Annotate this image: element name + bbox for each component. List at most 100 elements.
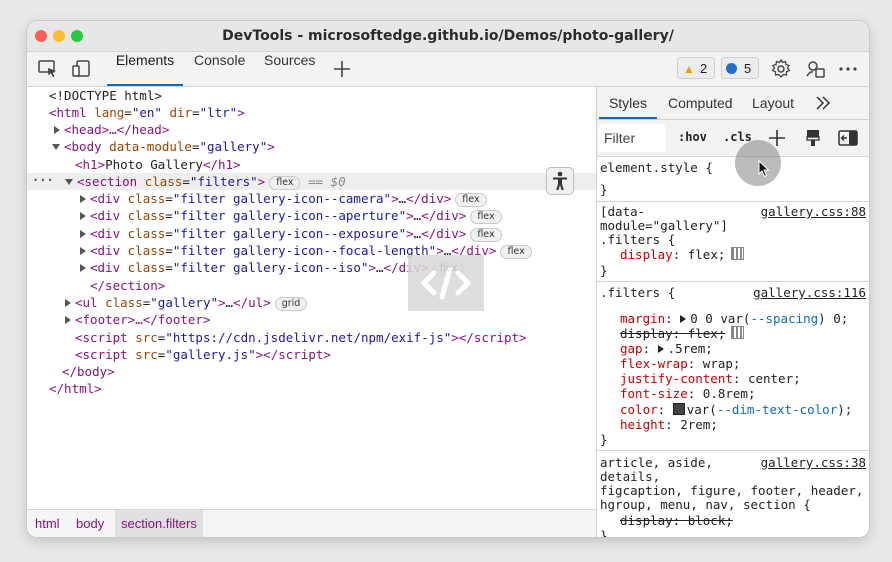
- property-value: center;: [747, 371, 801, 386]
- font-size-decl[interactable]: font-size: 0.8rem;: [620, 386, 755, 401]
- section-close-line[interactable]: </section>: [90, 277, 165, 294]
- settings-icon[interactable]: [770, 58, 792, 80]
- rule1-selector-cont[interactable]: module="gallery"]: [600, 218, 728, 233]
- display-decl-overridden[interactable]: display: flex;: [620, 326, 745, 341]
- section-line[interactable]: <section class="filters"> flex == $0: [65, 173, 346, 190]
- grid-badge[interactable]: grid: [274, 297, 308, 311]
- flex-badge[interactable]: flex: [470, 210, 502, 224]
- ul-line[interactable]: <ul class="gallery">…</ul> grid: [65, 294, 308, 311]
- html-open-line[interactable]: <html lang="en" dir="ltr">: [49, 104, 245, 121]
- h1-text: Photo Gallery: [105, 157, 203, 172]
- expand-triangle[interactable]: [80, 230, 86, 238]
- hov-button[interactable]: :hov: [678, 130, 707, 144]
- body-open-line[interactable]: <body data-module="gallery">: [52, 138, 275, 155]
- footer-line[interactable]: <footer>…</footer>: [65, 311, 210, 328]
- expand-shorthand-triangle[interactable]: [657, 345, 664, 353]
- tab-layout[interactable]: Layout: [752, 87, 794, 119]
- css-variable[interactable]: --dim-text-color: [717, 402, 837, 417]
- collapse-triangle[interactable]: [65, 179, 73, 185]
- rule3-selector[interactable]: article, aside,: [600, 455, 713, 470]
- gap-decl[interactable]: gap: .5rem;: [620, 341, 713, 356]
- expand-shorthand-triangle[interactable]: [680, 315, 687, 323]
- div-line[interactable]: <div class="filter gallery-icon--exposur…: [80, 225, 502, 242]
- tab-sources[interactable]: Sources: [264, 52, 315, 86]
- rule3-selector-cont[interactable]: figcaption, figure, footer, header,: [600, 483, 863, 498]
- element-style-selector[interactable]: element.style {: [600, 160, 713, 175]
- color-swatch[interactable]: [672, 403, 685, 415]
- tab-console[interactable]: Console: [194, 52, 245, 86]
- flex-badge[interactable]: flex: [269, 176, 301, 190]
- height-decl[interactable]: height: 2rem;: [620, 417, 718, 432]
- messages-badge[interactable]: 5: [721, 57, 759, 79]
- rule3-source-link[interactable]: gallery.css:38: [761, 455, 866, 470]
- node-actions-ellipsis[interactable]: ···: [32, 173, 54, 187]
- rule2-selector[interactable]: .filters {: [600, 285, 675, 300]
- tab-styles[interactable]: Styles: [599, 87, 657, 119]
- rule-close-brace: }: [600, 432, 608, 447]
- property-value: wrap;: [702, 356, 741, 371]
- body-close-line[interactable]: </body>: [62, 363, 115, 380]
- html-close-line[interactable]: </html>: [49, 380, 102, 397]
- flexbox-editor-icon[interactable]: [731, 326, 745, 339]
- breadcrumb: html body section.filters: [27, 509, 596, 537]
- breadcrumb-section-filters[interactable]: section.filters: [115, 510, 203, 537]
- flex-badge[interactable]: flex: [455, 193, 487, 207]
- color-decl[interactable]: color: var(--dim-text-color);: [620, 402, 852, 417]
- warnings-badge[interactable]: ▲ 2: [677, 57, 715, 79]
- inspect-icon[interactable]: [37, 58, 59, 80]
- expand-triangle[interactable]: [80, 212, 86, 220]
- div-class-value: "filter gallery-icon--focal-length": [172, 243, 437, 258]
- flexbox-editor-icon[interactable]: [731, 247, 745, 260]
- expand-triangle[interactable]: [80, 247, 86, 255]
- div-line[interactable]: <div class="filter gallery-icon--iso">…<…: [80, 259, 464, 276]
- toggle-sidebar-icon[interactable]: [837, 128, 859, 152]
- property-value: flex;: [687, 247, 726, 262]
- paint-brush-icon[interactable]: [804, 128, 822, 152]
- display-block-overridden[interactable]: display: block;: [620, 513, 733, 528]
- connect-devices-icon[interactable]: [805, 58, 827, 80]
- doctype-line[interactable]: <!DOCTYPE html>: [49, 87, 162, 104]
- add-tab-icon[interactable]: [331, 58, 353, 80]
- rule2-source-link[interactable]: gallery.css:116: [753, 285, 866, 300]
- property-name: font-size: [620, 386, 688, 401]
- rule3-selector-cont[interactable]: hgroup, menu, nav, section {: [600, 497, 811, 512]
- breadcrumb-html[interactable]: html: [29, 510, 66, 537]
- accessibility-tree-button[interactable]: [546, 167, 574, 195]
- margin-decl[interactable]: margin: 0 0 var(--spacing) 0;: [620, 311, 848, 326]
- styles-filter-input[interactable]: Filter: [599, 124, 665, 152]
- property-name: gap: [620, 341, 643, 356]
- flex-wrap-decl[interactable]: flex-wrap: wrap;: [620, 356, 740, 371]
- property-value: ) 0;: [818, 311, 849, 326]
- justify-content-decl[interactable]: justify-content: center;: [620, 371, 801, 386]
- rule1-display-decl[interactable]: display: flex;: [620, 247, 745, 262]
- div-line[interactable]: <div class="filter gallery-icon--apertur…: [80, 207, 502, 224]
- rule1-selector[interactable]: [data-: [600, 204, 645, 219]
- warning-icon: ▲: [683, 62, 695, 76]
- expand-triangle[interactable]: [80, 195, 86, 203]
- overridden-declaration: display: flex;: [620, 326, 726, 341]
- expand-triangle[interactable]: [65, 299, 71, 307]
- more-tabs-icon[interactable]: [814, 93, 832, 116]
- flex-badge[interactable]: flex: [470, 228, 502, 242]
- tab-computed[interactable]: Computed: [668, 87, 733, 119]
- tab-elements[interactable]: Elements: [107, 52, 183, 86]
- script-line[interactable]: <script src="https://cdn.jsdelivr.net/np…: [75, 329, 527, 346]
- css-variable[interactable]: --spacing: [750, 311, 818, 326]
- device-emulation-icon[interactable]: [71, 58, 93, 80]
- expand-triangle[interactable]: [80, 264, 86, 272]
- body-attr-name: data-module: [109, 139, 192, 154]
- head-line[interactable]: <head>…</head>: [54, 121, 169, 138]
- flex-badge[interactable]: flex: [500, 245, 532, 259]
- rule1-source-link[interactable]: gallery.css:88: [761, 204, 866, 219]
- expand-triangle[interactable]: [54, 126, 60, 134]
- rule1-selector-filters[interactable]: .filters {: [600, 232, 675, 247]
- h1-line[interactable]: <h1>Photo Gallery</h1>: [75, 156, 241, 173]
- collapse-triangle[interactable]: [52, 144, 60, 150]
- script-line[interactable]: <script src="gallery.js"></script>: [75, 346, 331, 363]
- section-close-text: </section>: [90, 278, 166, 293]
- more-icon[interactable]: [837, 58, 859, 80]
- breadcrumb-body[interactable]: body: [70, 510, 110, 537]
- rule3-selector-cont[interactable]: details,: [600, 469, 660, 484]
- div-line[interactable]: <div class="filter gallery-icon--camera"…: [80, 190, 487, 207]
- expand-triangle[interactable]: [65, 316, 71, 324]
